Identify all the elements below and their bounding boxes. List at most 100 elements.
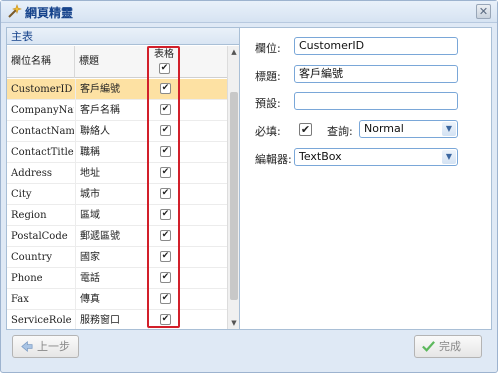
field-properties-panel: 欄位: CustomerID 標題: 客戶編號 預設: 必填: ✔ 查詢: No… — [241, 28, 491, 329]
column-header-grid-label: 表格 — [154, 49, 174, 60]
required-label: 必填: — [255, 125, 281, 138]
grid-checkbox[interactable]: ✔ — [160, 272, 171, 283]
field-title-cell: 職稱 — [75, 142, 147, 163]
grid-header: 欄位名稱 標題 表格 ✔ — [7, 46, 227, 78]
close-button[interactable]: ✕ — [476, 4, 491, 19]
window-title: 網頁精靈 — [25, 6, 74, 20]
title-input[interactable]: 客戶編號 — [294, 65, 458, 83]
field-title-cell: 國家 — [75, 247, 147, 268]
grid-checkbox[interactable]: ✔ — [160, 314, 171, 325]
wizard-window: 網頁精靈 ✕ 主表 欄位名稱 標題 表格 ✔ CustomerID 客戶編號 ✔ Co… — [0, 0, 498, 373]
grid-cell: ✔ — [148, 121, 178, 142]
field-name-cell: CompanyName — [11, 105, 74, 116]
field-label: 欄位: — [255, 42, 281, 55]
table-row[interactable]: Address 地址 ✔ — [7, 163, 227, 184]
checkmark-icon — [422, 341, 435, 352]
grid-checkbox[interactable]: ✔ — [160, 188, 171, 199]
scroll-down-arrow-icon[interactable]: ▼ — [228, 317, 240, 329]
title-bar: 網頁精靈 ✕ — [1, 1, 497, 23]
grid-checkbox[interactable]: ✔ — [160, 146, 171, 157]
previous-step-label: 上一步 — [37, 340, 70, 353]
field-title-cell: 聯絡人 — [75, 121, 147, 142]
field-name-cell: Fax — [11, 294, 29, 305]
field-title-cell: 電話 — [75, 268, 147, 289]
grid-cell: ✔ — [148, 184, 178, 205]
default-input[interactable] — [294, 92, 458, 110]
wizard-body: 主表 欄位名稱 標題 表格 ✔ CustomerID 客戶編號 ✔ CompanyNa… — [6, 27, 492, 330]
table-row[interactable]: Fax 傳真 ✔ — [7, 289, 227, 310]
title-label: 標題: — [255, 70, 281, 83]
table-row[interactable]: City 城市 ✔ — [7, 184, 227, 205]
grid-cell: ✔ — [148, 163, 178, 184]
grid-cell: ✔ — [148, 247, 178, 268]
footer-bar: 上一步 完成 — [1, 331, 497, 373]
grid-cell: ✔ — [148, 310, 178, 329]
grid-checkbox[interactable]: ✔ — [160, 209, 171, 220]
chevron-down-icon[interactable]: ▼ — [442, 150, 456, 164]
query-select-value: Normal — [364, 122, 404, 135]
field-title-cell: 郵遞區號 — [75, 226, 147, 247]
field-name-cell: Address — [11, 168, 52, 179]
field-name-cell: Country — [11, 252, 53, 263]
field-title-cell: 服務窗口 — [75, 310, 147, 329]
grid-checkbox[interactable]: ✔ — [160, 251, 171, 262]
column-header-field-name[interactable]: 欄位名稱 — [7, 46, 75, 78]
table-row[interactable]: Country 國家 ✔ — [7, 247, 227, 268]
field-title-cell: 傳真 — [75, 289, 147, 310]
master-table-panel: 主表 欄位名稱 標題 表格 ✔ CustomerID 客戶編號 ✔ CompanyNa… — [7, 28, 240, 329]
table-row[interactable]: Phone 電話 ✔ — [7, 268, 227, 289]
field-name-cell: Region — [11, 210, 47, 221]
field-name-cell: PostalCode — [11, 231, 68, 242]
table-row[interactable]: CompanyName客戶名稱 ✔ — [7, 100, 227, 121]
scroll-up-arrow-icon[interactable]: ▲ — [228, 46, 240, 58]
query-select[interactable]: Normal ▼ — [359, 120, 458, 138]
field-name-cell: ContactTitle — [11, 147, 74, 158]
field-rows: CustomerID客戶編號✔CompanyName客戶名稱✔ContactNa… — [7, 79, 227, 329]
grid-cell: ✔ — [148, 205, 178, 226]
grid-select-all-checkbox[interactable]: ✔ — [159, 63, 170, 74]
table-row[interactable]: CustomerID 客戶編號 ✔ — [7, 79, 227, 100]
finish-button[interactable]: 完成 — [414, 335, 482, 358]
query-label: 查詢: — [327, 125, 353, 138]
grid-checkbox[interactable]: ✔ — [160, 167, 171, 178]
vertical-scrollbar[interactable]: ▲ ▼ — [227, 46, 239, 329]
wizard-wand-icon — [8, 4, 22, 18]
required-checkbox[interactable]: ✔ — [299, 123, 312, 136]
grid-checkbox[interactable]: ✔ — [160, 293, 171, 304]
panel-header: 主表 — [7, 28, 239, 45]
grid-checkbox[interactable]: ✔ — [160, 83, 171, 94]
field-title-cell: 城市 — [75, 184, 147, 205]
grid-checkbox[interactable]: ✔ — [160, 125, 171, 136]
table-row[interactable]: ServiceRole 服務窗口 ✔ — [7, 310, 227, 329]
finish-label: 完成 — [439, 340, 461, 353]
editor-select-value: TextBox — [299, 150, 342, 163]
field-name-cell: City — [11, 189, 32, 200]
field-name-cell: ContactName — [11, 126, 74, 137]
table-row[interactable]: PostalCode 郵遞區號 ✔ — [7, 226, 227, 247]
field-name-cell: Phone — [11, 273, 43, 284]
field-title-cell: 區域 — [75, 205, 147, 226]
grid-cell: ✔ — [148, 100, 178, 121]
field-title-cell: 地址 — [75, 163, 147, 184]
grid-checkbox[interactable]: ✔ — [160, 230, 171, 241]
column-header-title[interactable]: 標題 — [75, 46, 148, 78]
field-title-cell: 客戶編號 — [75, 79, 147, 100]
editor-select[interactable]: TextBox ▼ — [294, 148, 458, 166]
grid-cell: ✔ — [148, 268, 178, 289]
table-row[interactable]: ContactName 聯絡人 ✔ — [7, 121, 227, 142]
table-row[interactable]: ContactTitle 職稱 ✔ — [7, 142, 227, 163]
grid-cell: ✔ — [148, 142, 178, 163]
grid-cell: ✔ — [148, 226, 178, 247]
arrow-left-icon — [21, 341, 33, 352]
editor-label: 編輯器: — [255, 153, 292, 166]
grid-checkbox[interactable]: ✔ — [160, 104, 171, 115]
field-title-cell: 客戶名稱 — [75, 100, 147, 121]
field-name-cell: ServiceRole — [11, 315, 72, 326]
field-input[interactable]: CustomerID — [294, 37, 458, 55]
field-name-cell: CustomerID — [11, 84, 73, 95]
previous-step-button[interactable]: 上一步 — [12, 335, 79, 358]
scrollbar-thumb[interactable] — [230, 92, 238, 300]
table-row[interactable]: Region 區域 ✔ — [7, 205, 227, 226]
grid-cell: ✔ — [148, 79, 178, 100]
chevron-down-icon[interactable]: ▼ — [442, 122, 456, 136]
